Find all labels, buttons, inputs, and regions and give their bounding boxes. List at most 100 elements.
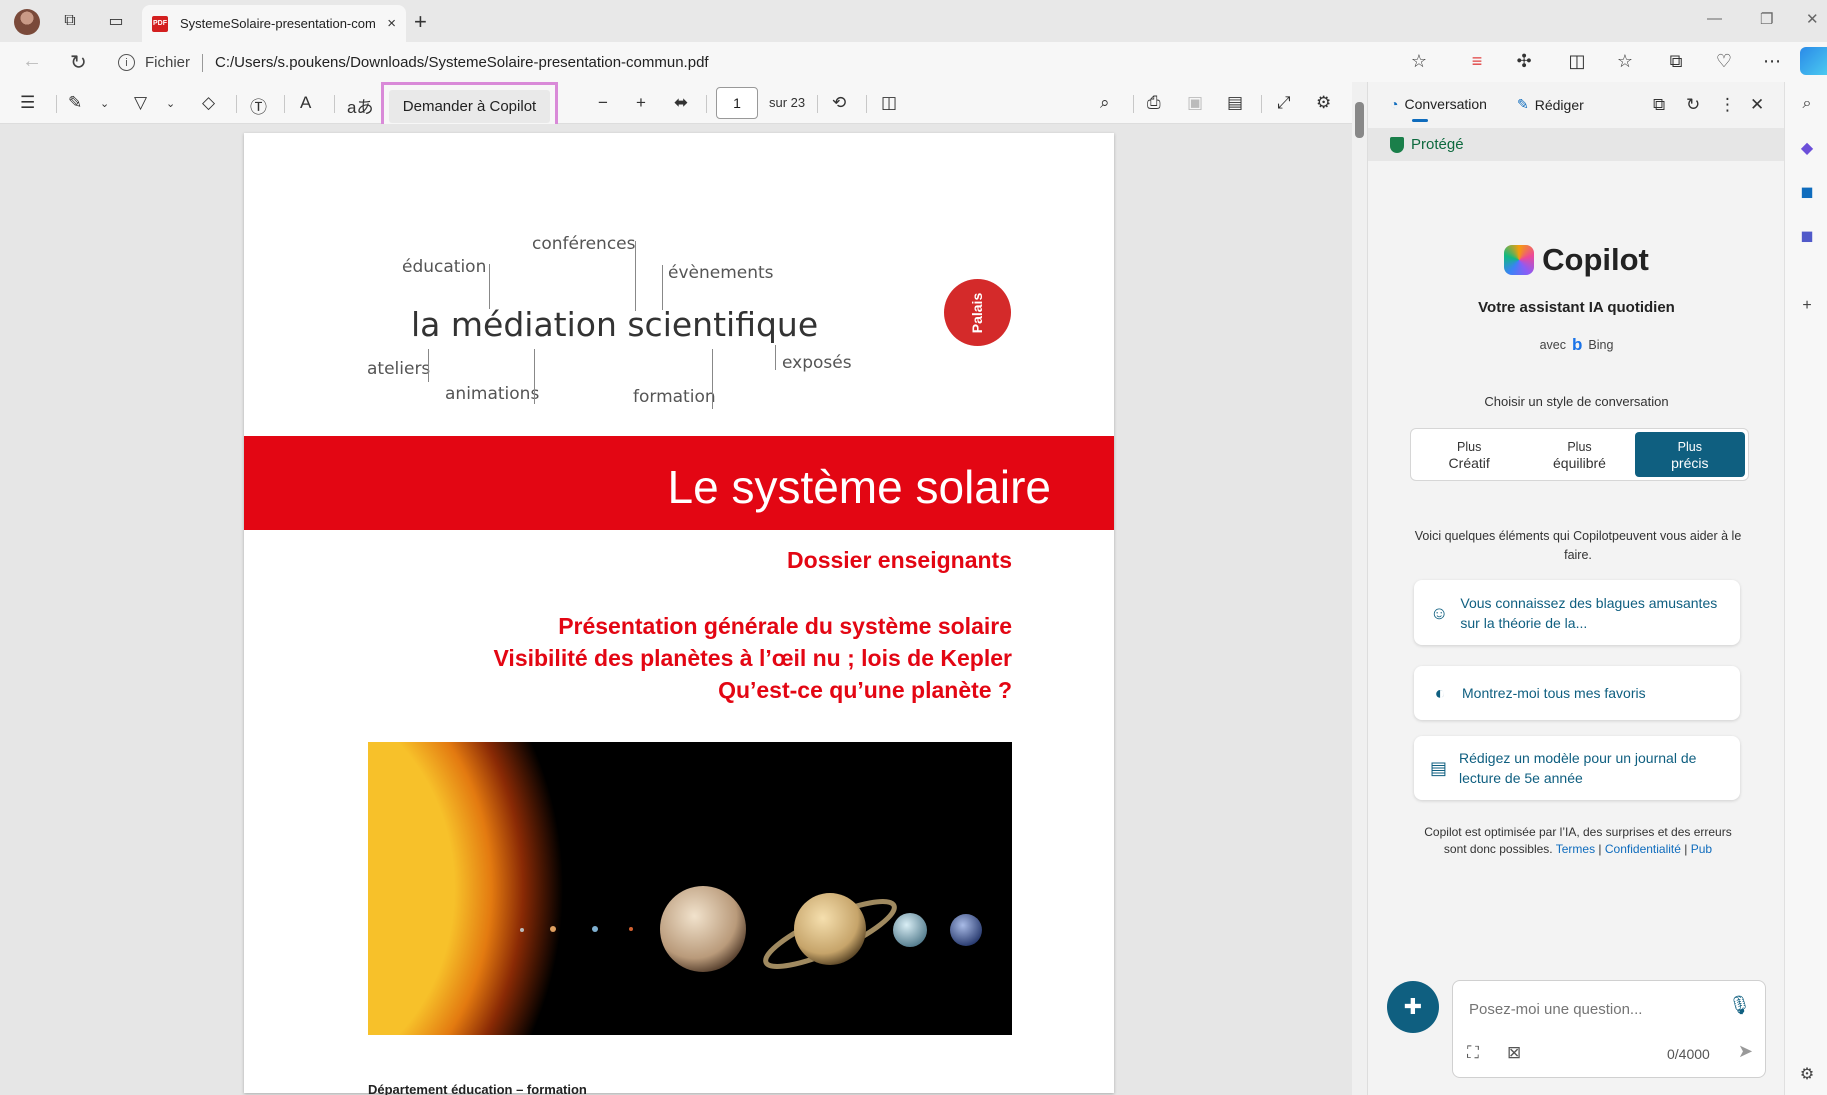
browser-essentials-icon[interactable]: ♡ [1712,51,1736,72]
eraser-icon[interactable]: ◇ [202,93,215,113]
powered-by: avec b Bing [1368,335,1785,355]
add-text-icon[interactable]: Ⓣ [250,93,267,118]
scrollbar-thumb[interactable] [1355,102,1364,138]
fullscreen-icon[interactable]: ⤢ [1277,93,1291,113]
style-line2: précis [1671,454,1709,471]
refresh-icon[interactable]: ↻ [70,50,87,75]
fit-width-icon[interactable]: ⬌ [674,93,688,113]
tab-conversation[interactable]: ◔ Conversation [1390,96,1487,122]
back-icon[interactable]: ← [22,50,42,73]
info-icon[interactable]: i [118,54,135,71]
screenshot-icon[interactable]: ⛶ [1467,1043,1479,1063]
ask-copilot-label: Demander à Copilot [388,89,551,123]
chevron-down-icon[interactable]: ⌄ [166,97,175,110]
suggestion-card[interactable]: ◐ Montrez-moi tous mes favoris [1414,666,1740,720]
tab-bar: ⧉ ▭ PDF SystemeSolaire-presentation-com … [0,0,1827,42]
translate-icon[interactable]: aあ [347,93,373,118]
read-aloud-icon[interactable]: A [300,93,311,113]
pdf-page: conférences éducation évènements la médi… [244,133,1114,1095]
document-title: Le système solaire [667,461,1052,513]
connector-line [489,264,490,309]
palais-decouverte-logo: Palais [944,279,1011,346]
outlook-icon[interactable]: ◼ [1797,182,1817,202]
new-tab-button[interactable]: + [414,9,427,35]
split-screen-icon[interactable]: ◫ [1565,51,1589,72]
sidebar-settings-icon[interactable]: ⚙ [1797,1064,1817,1084]
word-education: éducation [402,257,487,277]
chevron-down-icon[interactable]: ⌄ [100,97,109,110]
minimize-icon[interactable]: — [1707,10,1722,27]
more-options-icon[interactable]: ⋮ [1719,95,1736,115]
tab-close-button[interactable]: × [387,15,396,32]
protected-label: Protégé [1411,136,1464,153]
copilot-pane: ◔ Conversation ✎ Rédiger ⧉ ↻ ⋮ ✕ Protégé… [1367,82,1785,1095]
draw-icon[interactable]: ▽ [134,93,147,113]
highlight-icon[interactable]: ✎ [68,93,82,113]
shopping-icon[interactable]: ◆ [1797,138,1817,158]
word-exposes: exposés [782,353,852,373]
style-precise-button[interactable]: Plus précis [1634,432,1745,477]
collections-icon[interactable]: ⧉ [1664,51,1688,72]
page-number-input[interactable]: 1 [716,87,758,119]
connector-line [775,345,776,370]
reading-list-icon[interactable]: ≡ [1465,51,1489,72]
pdf-viewport[interactable]: conférences éducation évènements la médi… [6,124,1352,1095]
favorites-icon[interactable]: ☆ [1613,51,1637,72]
print-icon[interactable]: ⎙ [1147,93,1161,113]
add-icon[interactable]: + [1797,296,1817,316]
url-field[interactable]: i Fichier C:/Users/s.poukens/Downloads/S… [118,47,1418,78]
new-topic-icon: ✚ [1403,994,1423,1019]
toolbar-divider [284,95,285,113]
open-new-tab-icon[interactable]: ⧉ [1653,95,1665,115]
image-upload-icon[interactable]: ⊠ [1507,1043,1521,1063]
teams-icon[interactable]: ◼ [1797,226,1817,246]
contents-icon[interactable]: ☰ [20,93,35,113]
conversation-style-selector: Plus Créatif Plus équilibré Plus précis [1410,428,1749,481]
tab-compose[interactable]: ✎ Rédiger [1517,96,1584,113]
pdf-scrollbar[interactable] [1352,82,1367,1095]
document-subtitle: Dossier enseignants [787,547,1012,573]
document-subtitle: Présentation générale du système solaire [558,613,1012,639]
workspaces-icon[interactable]: ⧉ [58,9,82,33]
rotate-icon[interactable]: ⟲ [832,93,846,113]
search-icon[interactable]: ⌕ [1100,93,1110,113]
browser-tab[interactable]: PDF SystemeSolaire-presentation-com × [142,5,406,42]
tab-actions-icon[interactable]: ▭ [104,9,128,33]
zoom-in-icon[interactable]: + [636,93,646,113]
disclaimer: Copilot est optimisée par l’IA, des surp… [1424,825,1732,856]
tab-conversation-label: Conversation [1404,96,1487,112]
save-as-icon[interactable]: ▤ [1227,93,1243,113]
search-icon[interactable]: ⌕ [1797,94,1817,114]
chat-input[interactable] [1469,1001,1709,1018]
copilot-sidebar-icon[interactable] [1800,47,1827,75]
toolbar-divider [334,95,335,113]
url-separator [202,53,204,72]
profile-avatar[interactable] [14,9,40,35]
privacy-link[interactable]: Confidentialité [1605,842,1681,856]
refresh-icon[interactable]: ↻ [1686,95,1700,115]
style-line2: équilibré [1553,454,1606,471]
new-topic-button[interactable]: ✚ [1387,981,1439,1033]
microphone-icon[interactable]: 🎙 [1728,995,1751,1016]
suggestion-card[interactable]: ☺ Vous connaissez des blagues amusantes … [1414,580,1740,645]
favorite-star-icon[interactable]: ☆ [1407,51,1431,72]
ask-copilot-button[interactable]: Demander à Copilot [381,82,558,130]
extensions-icon[interactable]: ✣ [1512,51,1536,72]
ads-link[interactable]: Pub [1691,842,1712,856]
page-view-icon[interactable]: ◫ [881,93,897,113]
save-icon[interactable]: ▣ [1187,93,1203,113]
close-window-icon[interactable]: ✕ [1806,10,1819,28]
style-line1: Plus [1677,439,1702,454]
terms-link[interactable]: Termes [1556,842,1595,856]
style-balanced-button[interactable]: Plus équilibré [1524,432,1634,477]
more-menu-icon[interactable]: ⋯ [1760,51,1784,72]
close-icon[interactable]: ✕ [1750,95,1764,115]
zoom-out-icon[interactable]: − [598,93,608,113]
settings-gear-icon[interactable]: ⚙ [1316,93,1331,113]
style-creative-button[interactable]: Plus Créatif [1414,432,1524,477]
restore-icon[interactable]: ❐ [1760,10,1773,28]
word-animations: animations [445,384,540,404]
send-icon[interactable]: ➤ [1738,1041,1753,1062]
shield-icon [1390,136,1404,153]
suggestion-card[interactable]: ▤ Rédigez un modèle pour un journal de l… [1414,736,1740,800]
